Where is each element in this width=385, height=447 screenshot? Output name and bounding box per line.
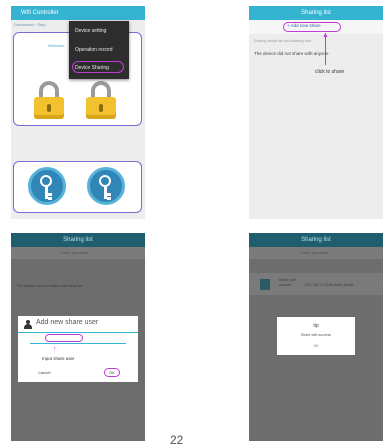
tip-ok-button[interactable]: OK [277, 344, 355, 348]
add-new-share-button[interactable]: + Add new share [299, 250, 329, 255]
empty-message: The device did not share with anyone [16, 283, 83, 288]
add-share-dialog: Add new share user ↑ Input share user Ca… [18, 316, 138, 382]
user-name: Share user [279, 278, 297, 282]
cancel-button[interactable]: Cancel [38, 370, 50, 375]
app-bar: Wifi Controller [11, 6, 145, 20]
key-icon[interactable] [87, 167, 125, 205]
app-bar: Sharing list [249, 233, 383, 247]
overflow-menu: Device setting Operation record Device S… [69, 21, 129, 79]
app-bar: Sharing list [249, 6, 383, 20]
key-card [13, 161, 142, 213]
add-share-bar: + Add new share [249, 247, 383, 259]
tip-title: tip [313, 323, 319, 329]
share-user-input[interactable] [30, 343, 126, 344]
tip-dialog: tip Share with success OK [277, 317, 355, 355]
add-share-bar: + Add new share [249, 20, 383, 34]
page-number: 22 [170, 433, 184, 447]
highlight-ring [45, 334, 83, 342]
divider [18, 332, 138, 333]
padlock-icon[interactable] [34, 81, 64, 119]
highlight-ring [283, 22, 341, 32]
screen-sharing-list: Sharing list + Add new share Sharing dev… [249, 6, 383, 219]
screen-main-controller: Wifi Controller Disconnect · Stop Welcom… [11, 6, 145, 219]
annotation-text: click to share [315, 69, 345, 75]
share-time: 2017-06-17 13:55 share device [305, 283, 354, 287]
app-bar: Sharing list [11, 233, 145, 247]
input-annotation: Input share user [42, 356, 75, 361]
dialog-title: Add new share user [36, 319, 99, 326]
app-title: Wifi Controller [21, 10, 59, 16]
avatar [260, 279, 270, 290]
menu-item-device-setting[interactable]: Device setting [75, 28, 106, 34]
ok-button[interactable]: OK [104, 368, 120, 377]
add-share-bar: + Add new share [11, 247, 145, 259]
user-account: account [279, 283, 292, 287]
screen-title: Sharing list [301, 237, 331, 243]
highlight-ring [72, 61, 124, 73]
empty-message: The device did not share with anyone [254, 51, 329, 56]
screen-title: Sharing list [63, 237, 93, 243]
padlock-icon[interactable] [86, 81, 116, 119]
add-new-share-button[interactable]: + Add new share [59, 250, 89, 255]
menu-item-operation-record[interactable]: Operation record [75, 47, 113, 53]
tip-message: Share with success [300, 333, 332, 337]
card-hint: Welcome [48, 43, 65, 48]
screen-title: Sharing list [301, 10, 331, 16]
arrow-up-icon: ↑ [53, 346, 57, 353]
screen-share-success: Sharing list + Add new share Share user … [249, 233, 383, 441]
arrow-up-icon: ▲ [322, 32, 329, 39]
screen-add-share-dialog: Sharing list + Add new share The device … [11, 233, 145, 441]
key-icon[interactable] [28, 167, 66, 205]
list-header: Sharing device list has following user [254, 39, 312, 43]
person-icon [24, 320, 32, 329]
list-item[interactable]: Share user account 2017-06-17 13:55 shar… [249, 273, 383, 295]
